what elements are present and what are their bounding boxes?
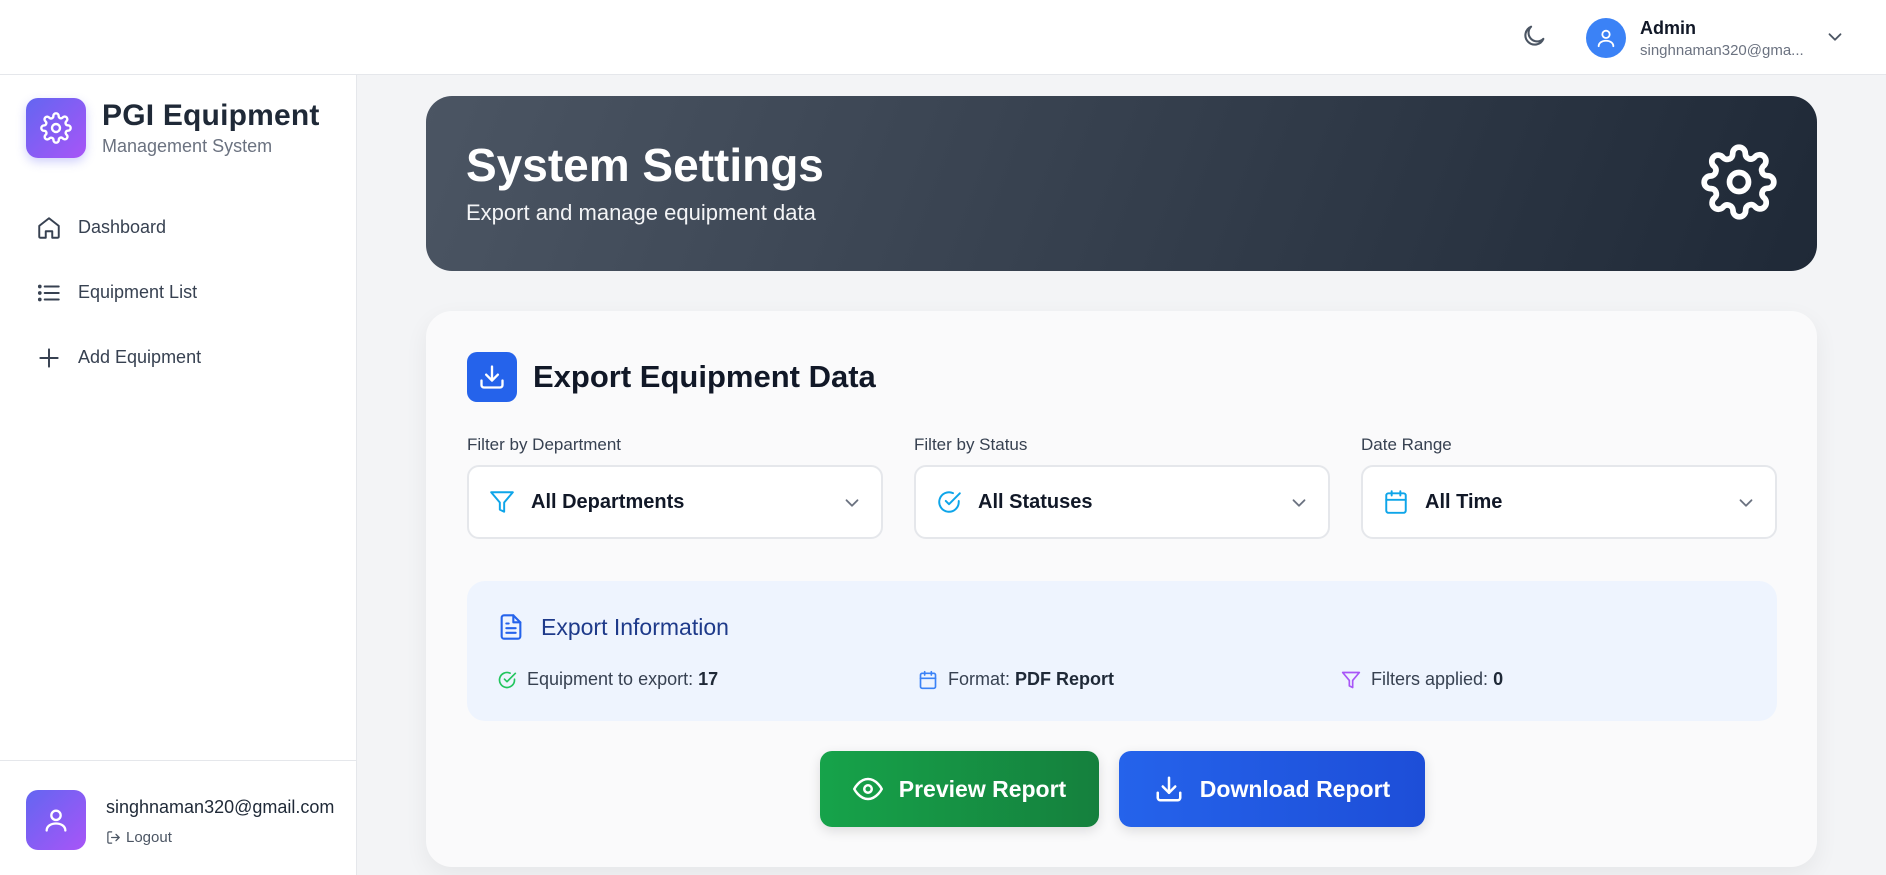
page-subtitle: Export and manage equipment data: [466, 200, 816, 225]
export-information-header: Export Information: [497, 613, 729, 641]
filters-applied-value: 0: [1493, 669, 1504, 689]
filter-icon: [1341, 671, 1361, 688]
check-circle-icon: [938, 491, 961, 513]
chevron-down-icon: [1292, 499, 1306, 507]
download-report-label: Download Report: [1199, 775, 1391, 802]
footer-email: singhnaman320@gmail.com: [106, 797, 335, 817]
logout-label: Logout: [126, 829, 172, 846]
check-circle-icon: [498, 671, 517, 688]
plus-icon: [39, 347, 59, 368]
preview-report-button[interactable]: Preview Report: [820, 751, 1099, 827]
user-icon: [45, 809, 67, 832]
home-icon: [38, 216, 60, 239]
chevron-down-icon: [845, 499, 859, 507]
filters-applied-info: Filters applied: 0: [1341, 669, 1503, 690]
export-count-label: Equipment to export:: [527, 669, 694, 689]
chevron-down-icon: [1739, 499, 1753, 507]
filter-label: Filter by Status: [914, 435, 1028, 454]
page-title: System Settings: [466, 139, 824, 191]
filters-applied-label: Filters applied:: [1371, 669, 1489, 689]
export-format-label: Format:: [948, 669, 1011, 689]
sidebar-item-add-equipment[interactable]: Add Equipment: [26, 325, 336, 390]
sidebar-nav: Dashboard Equipment List Add Equipment: [26, 195, 336, 390]
export-information-panel: Export Information Equipment to export: …: [467, 581, 1777, 721]
preview-report-label: Preview Report: [898, 775, 1067, 802]
filter-label: Filter by Department: [467, 435, 621, 454]
user-name: Admin: [1640, 17, 1696, 38]
user-menu[interactable]: Admin singhnaman320@gma...: [1586, 14, 1846, 62]
brand-logo: [26, 98, 86, 158]
filter-icon: [490, 491, 514, 513]
dark-mode-toggle-icon[interactable]: [1520, 22, 1548, 50]
date-range-filter: Date Range All Time: [1361, 435, 1777, 539]
avatar: [26, 790, 86, 850]
logout-button[interactable]: Logout: [106, 829, 172, 846]
sidebar-item-dashboard[interactable]: Dashboard: [26, 195, 336, 260]
user-icon: [1597, 29, 1615, 48]
download-report-button[interactable]: Download Report: [1119, 751, 1425, 827]
export-information-title: Export Information: [541, 613, 729, 640]
brand-subtitle: Management System: [102, 136, 273, 156]
chevron-down-icon[interactable]: [1824, 26, 1846, 48]
department-select-value: All Departments: [531, 490, 685, 513]
user-email: singhnaman320@gma...: [1640, 41, 1804, 59]
logout-icon: [107, 831, 120, 844]
status-select[interactable]: All Statuses: [914, 465, 1330, 539]
gear-icon: [1701, 144, 1777, 220]
calendar-icon: [919, 670, 937, 689]
sidebar: PGI Equipment Management System Dashboar…: [0, 75, 357, 875]
brand-title: PGI Equipment: [102, 99, 320, 132]
sidebar-item-label: Dashboard: [78, 217, 167, 237]
sidebar-item-label: Equipment List: [78, 282, 198, 302]
date-range-select-value: All Time: [1425, 490, 1503, 513]
document-icon: [500, 614, 522, 640]
filter-label: Date Range: [1361, 435, 1452, 454]
settings-hero-banner: System Settings Export and manage equipm…: [426, 96, 1817, 271]
department-filter: Filter by Department All Departments: [467, 435, 883, 539]
gear-icon: [40, 112, 72, 144]
user-avatar: [1586, 18, 1626, 58]
sidebar-footer: singhnaman320@gmail.com Logout: [0, 760, 357, 875]
export-count-info: Equipment to export: 17: [497, 669, 718, 690]
status-filter: Filter by Status All Statuses: [914, 435, 1330, 539]
download-icon: [1156, 776, 1182, 802]
export-card-title: Export Equipment Data: [533, 359, 876, 394]
export-count-value: 17: [698, 669, 719, 689]
sidebar-item-label: Add Equipment: [78, 347, 202, 367]
calendar-icon: [1385, 490, 1407, 514]
top-header: Admin singhnaman320@gma...: [0, 0, 1886, 75]
export-format-value: PDF Report: [1015, 669, 1115, 689]
list-icon: [37, 284, 60, 301]
status-select-value: All Statuses: [978, 490, 1093, 513]
department-select[interactable]: All Departments: [467, 465, 883, 539]
export-card-header: Export Equipment Data: [467, 352, 876, 402]
export-card: Export Equipment Data Filter by Departme…: [426, 311, 1817, 867]
date-range-select[interactable]: All Time: [1361, 465, 1777, 539]
export-card-icon: [467, 352, 517, 402]
brand: PGI Equipment Management System: [26, 98, 320, 158]
download-icon: [480, 365, 504, 389]
eye-icon: [852, 777, 883, 801]
export-format-info: Format: PDF Report: [918, 669, 1114, 690]
sidebar-item-equipment-list[interactable]: Equipment List: [26, 260, 336, 325]
